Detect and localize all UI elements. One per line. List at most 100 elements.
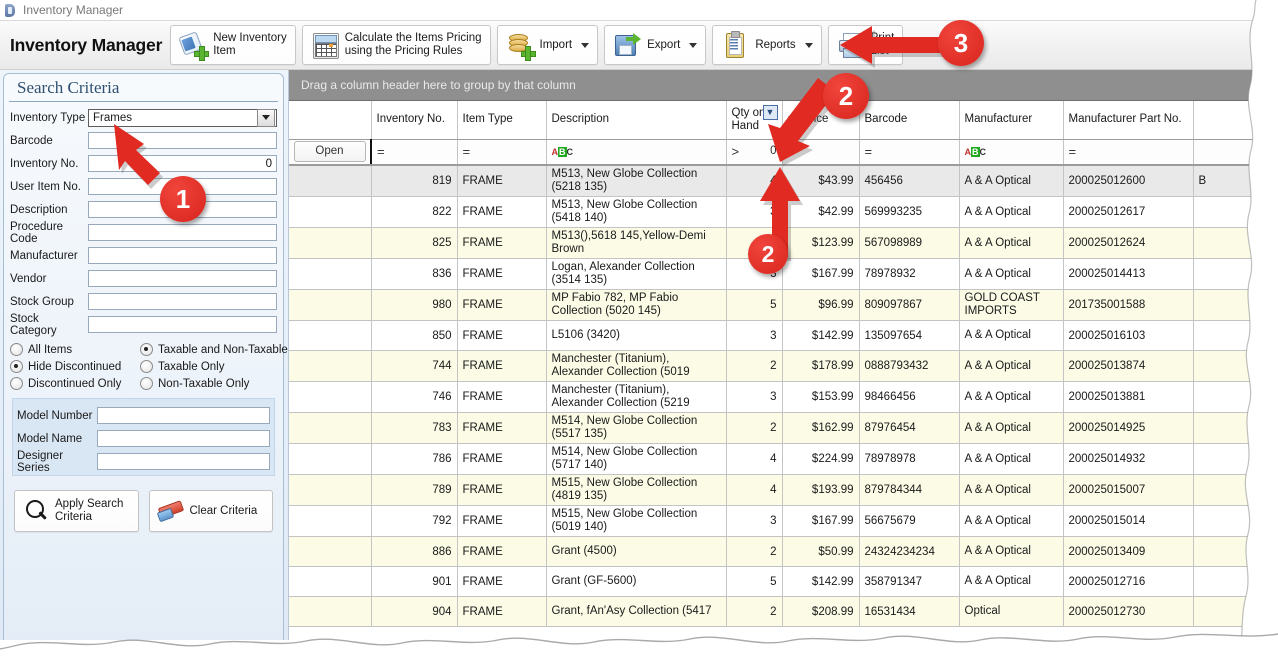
cell-part[interactable]: 200025012716 — [1063, 566, 1194, 597]
cell-bar[interactable]: 98466456 — [859, 381, 960, 413]
cell-inv[interactable]: 744 — [371, 350, 458, 382]
cell-type[interactable]: FRAME — [457, 381, 547, 413]
cell-desc[interactable]: Manchester (Titanium), Alexander Collect… — [546, 350, 727, 382]
cell-man[interactable]: A & A Optical — [959, 227, 1064, 259]
table-row[interactable]: 901 FRAME Grant (GF-5600) 5 $142.99 358791347… — [289, 566, 1278, 597]
group-by-drop-area[interactable]: Drag a column header here to group by th… — [289, 70, 1278, 101]
table-row[interactable]: 980 FRAME MP Fabio 782, MP Fabio Collectio… — [289, 289, 1278, 321]
cell-man[interactable]: A & A Optical — [959, 536, 1064, 567]
cell-open[interactable] — [289, 566, 372, 597]
column-header-qty-on-hand[interactable]: Qty on Hand ▼ — [726, 101, 783, 140]
cell-desc[interactable]: M515, New Globe Collection (5019 140) — [546, 505, 727, 537]
model-number-input[interactable] — [97, 407, 270, 424]
cell-type[interactable]: FRAME — [457, 258, 547, 290]
cell-open[interactable] — [289, 320, 372, 351]
table-row[interactable]: 746 FRAME Manchester (Titanium), Alexander… — [289, 381, 1278, 413]
column-header-extra[interactable] — [1193, 101, 1278, 140]
filter-item-type[interactable]: = — [457, 139, 547, 166]
filter-inventory-no[interactable]: = — [371, 139, 458, 166]
chevron-down-icon[interactable] — [581, 42, 590, 48]
cell-part[interactable]: 200025014925 — [1063, 412, 1194, 444]
cell-qty[interactable]: 3 — [726, 320, 783, 351]
print-list-button[interactable]: Print List — [827, 25, 904, 65]
cell-type[interactable]: FRAME — [457, 566, 547, 597]
cell-man[interactable]: A & A Optical — [959, 258, 1064, 290]
cell-bar[interactable]: 569993235 — [859, 196, 960, 228]
cell-part[interactable]: 200025012617 — [1063, 196, 1194, 228]
column-header-item-type[interactable]: Item Type — [457, 101, 547, 140]
column-header-manufacturer[interactable]: Manufacturer — [959, 101, 1064, 140]
cell-bar[interactable]: 56675679 — [859, 505, 960, 537]
cell-qty[interactable]: 2 — [726, 412, 783, 444]
table-row[interactable]: 904 FRAME Grant, fAn'Asy Collection (5417 2… — [289, 596, 1278, 627]
cell-open[interactable] — [289, 165, 372, 197]
cell-part[interactable]: 200025013874 — [1063, 350, 1194, 382]
cell-type[interactable]: FRAME — [457, 505, 547, 537]
apply-search-criteria-button[interactable]: Apply Search Criteria — [14, 490, 139, 532]
cell-qty[interactable]: 2 — [726, 536, 783, 567]
cell-inv[interactable]: 836 — [371, 258, 458, 290]
new-inventory-item-button[interactable]: New Inventory Item — [170, 25, 296, 65]
cell-open[interactable] — [289, 196, 372, 228]
cell-open[interactable] — [289, 289, 372, 321]
table-row[interactable]: 786 FRAME M514, New Globe Collection (5717… — [289, 443, 1278, 475]
cell-price[interactable]: $178.99 — [782, 350, 860, 382]
radio-all-items[interactable]: All Items — [10, 341, 140, 358]
cell-extra[interactable] — [1193, 381, 1278, 413]
cell-bar[interactable]: 879784344 — [859, 474, 960, 506]
table-row[interactable]: 744 FRAME Manchester (Titanium), Alexander… — [289, 350, 1278, 382]
cell-extra[interactable] — [1193, 350, 1278, 382]
cell-bar[interactable]: 358791347 — [859, 566, 960, 597]
cell-inv[interactable]: 819 — [371, 165, 458, 197]
cell-extra[interactable] — [1193, 196, 1278, 228]
cell-desc[interactable]: M513, New Globe Collection (5218 135) — [546, 165, 727, 197]
cell-price[interactable]: $50.99 — [782, 536, 860, 567]
cell-desc[interactable]: M513, New Globe Collection (5418 140) — [546, 196, 727, 228]
model-name-input[interactable] — [97, 430, 270, 447]
cell-desc[interactable]: Grant (GF-5600) — [546, 566, 727, 597]
cell-price[interactable]: $167.99 — [782, 258, 860, 290]
cell-man[interactable]: A & A Optical — [959, 196, 1064, 228]
calculate-pricing-button[interactable]: Calculate the Items Pricing using the Pr… — [301, 25, 491, 65]
cell-open[interactable] — [289, 443, 372, 475]
cell-extra[interactable] — [1193, 227, 1278, 259]
inventory-no-input[interactable]: 0 — [88, 155, 277, 172]
cell-open[interactable] — [289, 596, 372, 627]
cell-inv[interactable]: 901 — [371, 566, 458, 597]
cell-type[interactable]: FRAME — [457, 443, 547, 475]
cell-part[interactable]: 200025014413 — [1063, 258, 1194, 290]
cell-type[interactable]: FRAME — [457, 289, 547, 321]
cell-open[interactable] — [289, 381, 372, 413]
cell-part[interactable]: 200025013409 — [1063, 536, 1194, 567]
cell-inv[interactable]: 783 — [371, 412, 458, 444]
cell-type[interactable]: FRAME — [457, 227, 547, 259]
chevron-down-icon[interactable] — [804, 42, 813, 48]
cell-part[interactable]: 200025015007 — [1063, 474, 1194, 506]
cell-desc[interactable]: Grant, fAn'Asy Collection (5417 — [546, 596, 727, 627]
table-row[interactable]: 886 FRAME Grant (4500) 2 $50.99 24324234234 A … — [289, 536, 1278, 567]
vendor-input[interactable] — [88, 270, 277, 287]
cell-inv[interactable]: 789 — [371, 474, 458, 506]
cell-type[interactable]: FRAME — [457, 320, 547, 351]
cell-man[interactable]: A & A Optical — [959, 381, 1064, 413]
cell-open[interactable] — [289, 474, 372, 506]
cell-part[interactable]: 200025015014 — [1063, 505, 1194, 537]
filter-qty-on-hand[interactable]: > 0 — [726, 139, 783, 166]
cell-price[interactable]: $96.99 — [782, 289, 860, 321]
manufacturer-input[interactable] — [88, 247, 277, 264]
radio-non-taxable-only[interactable]: Non-Taxable Only — [140, 375, 288, 392]
cell-extra[interactable] — [1193, 596, 1278, 627]
column-header-barcode[interactable]: Barcode — [859, 101, 960, 140]
cell-man[interactable]: GOLD COAST IMPORTS — [959, 289, 1064, 321]
cell-type[interactable]: FRAME — [457, 536, 547, 567]
cell-man[interactable]: A & A Optical — [959, 165, 1064, 197]
import-button[interactable]: Import — [496, 25, 599, 65]
cell-desc[interactable]: Grant (4500) — [546, 536, 727, 567]
filter-barcode[interactable]: = — [859, 139, 960, 166]
filter-description[interactable]: ABC — [546, 139, 727, 166]
radio-hide-discontinued[interactable]: Hide Discontinued — [10, 358, 140, 375]
cell-part[interactable]: 200025013881 — [1063, 381, 1194, 413]
cell-man[interactable]: A & A Optical — [959, 443, 1064, 475]
cell-desc[interactable]: M513(),5618 145,Yellow-Demi Brown — [546, 227, 727, 259]
cell-bar[interactable]: 24324234234 — [859, 536, 960, 567]
